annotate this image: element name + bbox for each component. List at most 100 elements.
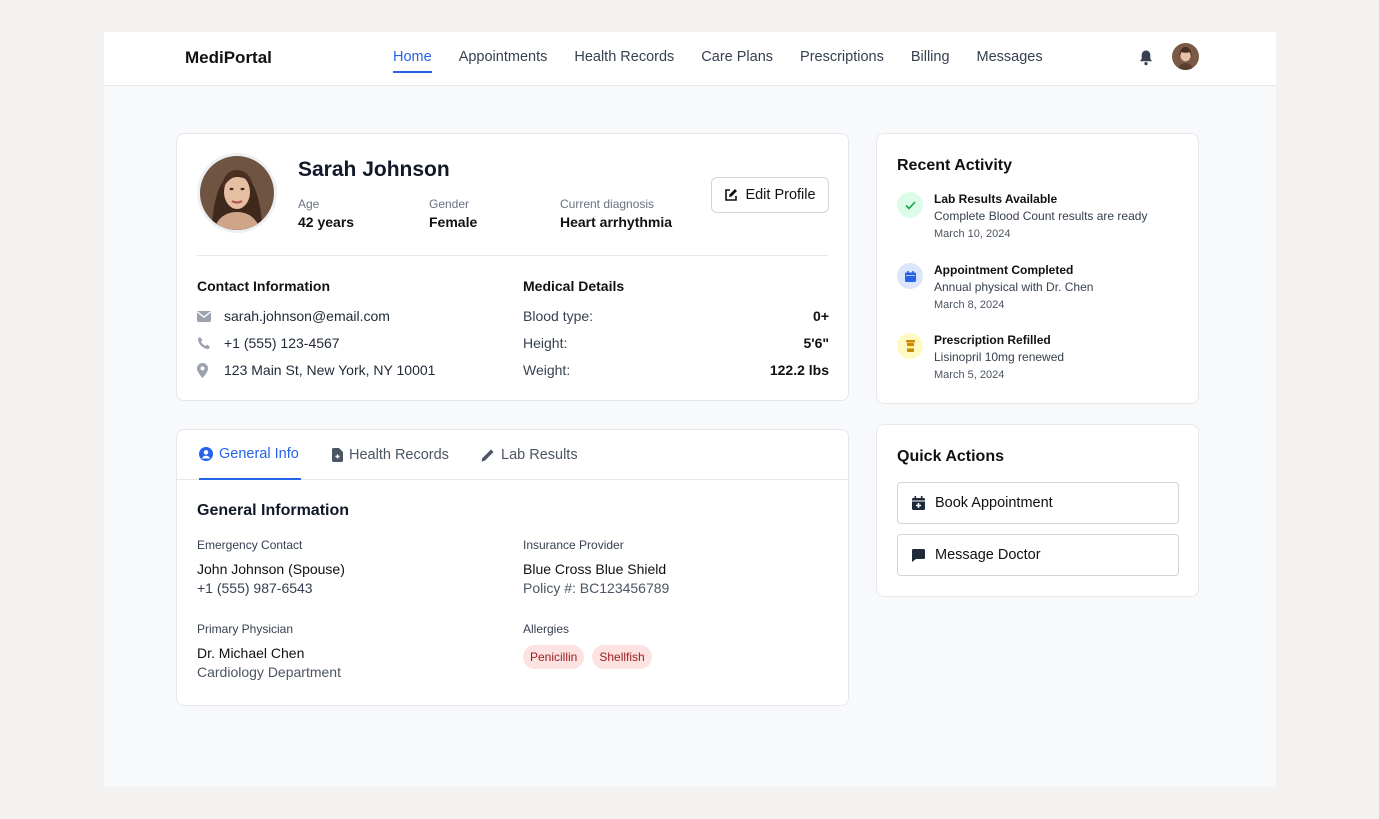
nav-links: Home Appointments Health Records Care Pl… <box>393 32 1070 86</box>
message-icon <box>912 548 925 562</box>
tab-health-records[interactable]: Health Records <box>332 430 449 480</box>
message-doctor-button[interactable]: Message Doctor <box>897 534 1179 576</box>
nav-messages[interactable]: Messages <box>977 32 1043 86</box>
pencil-icon <box>481 449 494 462</box>
activity-title: Appointment Completed <box>934 263 1074 277</box>
allergies-label: Allergies <box>523 622 570 636</box>
book-appointment-button[interactable]: Book Appointment <box>897 482 1179 524</box>
recent-activity-title: Recent Activity <box>897 157 1012 174</box>
med-row-height: Height: 5'6" <box>523 333 829 353</box>
emergency-contact-name: John Johnson (Spouse) <box>197 561 345 577</box>
emergency-contact-field: Emergency Contact John Johnson (Spouse) … <box>197 538 345 596</box>
activity-date: March 5, 2024 <box>934 369 1005 381</box>
general-info-title: General Information <box>197 502 350 519</box>
age-label: Age <box>298 197 320 211</box>
email-value[interactable]: sarah.johnson@email.com <box>224 308 390 324</box>
height-label: Height: <box>523 335 568 351</box>
insurance-label: Insurance Provider <box>523 538 624 552</box>
user-circle-icon <box>199 447 213 461</box>
nav-appointments[interactable]: Appointments <box>459 32 548 86</box>
weight-label: Weight: <box>523 362 571 378</box>
nav-prescriptions[interactable]: Prescriptions <box>800 32 884 86</box>
contact-address: 123 Main St, New York, NY 10001 <box>197 360 435 380</box>
location-pin-icon <box>197 362 224 378</box>
pill-bottle-icon <box>897 333 923 359</box>
allergy-chip: Shellfish <box>592 645 652 669</box>
gender-value: Female <box>429 214 478 230</box>
physician-name: Dr. Michael Chen <box>197 645 305 661</box>
diagnosis-stat: Current diagnosis Heart arrhythmia <box>560 197 672 230</box>
calendar-plus-icon <box>912 496 925 510</box>
book-appointment-label: Book Appointment <box>935 495 1053 511</box>
nav-home[interactable]: Home <box>393 32 432 86</box>
allergy-chip: Penicillin <box>523 645 585 669</box>
top-nav: MediPortal Home Appointments Health Reco… <box>104 32 1276 86</box>
address-value: 123 Main St, New York, NY 10001 <box>224 362 436 378</box>
tab-general-info-label: General Info <box>219 446 299 462</box>
allergies-field: Allergies Penicillin Shellfish <box>523 622 652 669</box>
medical-title: Medical Details <box>523 278 625 294</box>
insurance-policy: Policy #: BC123456789 <box>523 580 670 596</box>
blood-type-value: 0+ <box>813 308 829 324</box>
nav-health-records[interactable]: Health Records <box>574 32 674 86</box>
gender-stat: Gender Female <box>429 197 477 230</box>
blood-type-label: Blood type: <box>523 308 594 324</box>
tab-lab-results-label: Lab Results <box>501 447 578 463</box>
activity-desc: Annual physical with Dr. Chen <box>934 280 1094 294</box>
age-stat: Age 42 years <box>298 197 354 230</box>
contact-title: Contact Information <box>197 278 330 294</box>
profile-avatar <box>197 153 277 233</box>
tab-health-records-label: Health Records <box>349 447 449 463</box>
activity-title: Lab Results Available <box>934 192 1058 206</box>
edit-icon <box>725 189 738 201</box>
contact-phone: +1 (555) 123-4567 <box>197 333 340 353</box>
activity-title: Prescription Refilled <box>934 333 1051 347</box>
height-value: 5'6" <box>803 335 829 351</box>
physician-label: Primary Physician <box>197 622 294 636</box>
message-doctor-label: Message Doctor <box>935 547 1041 563</box>
bell-icon[interactable] <box>1138 49 1154 67</box>
physician-department: Cardiology Department <box>197 664 341 680</box>
recent-activity-card: Recent Activity Lab Results Available Co… <box>876 133 1199 404</box>
page: MediPortal Home Appointments Health Reco… <box>104 32 1276 787</box>
tab-general-info[interactable]: General Info <box>199 430 301 480</box>
activity-date: March 8, 2024 <box>934 299 1005 311</box>
gender-label: Gender <box>429 197 470 211</box>
activity-desc: Lisinopril 10mg renewed <box>934 350 1065 364</box>
contact-email: sarah.johnson@email.com <box>197 306 390 326</box>
emergency-contact-label: Emergency Contact <box>197 538 303 552</box>
tab-bar: General Info Health Records Lab Results <box>177 430 848 480</box>
user-avatar[interactable] <box>1172 43 1199 70</box>
diagnosis-value: Heart arrhythmia <box>560 214 673 230</box>
diagnosis-label: Current diagnosis <box>560 197 655 211</box>
physician-field: Primary Physician Dr. Michael Chen Cardi… <box>197 622 341 680</box>
patient-name: Sarah Johnson <box>298 158 450 181</box>
brand-logo[interactable]: MediPortal <box>185 48 272 68</box>
age-value: 42 years <box>298 214 355 230</box>
nav-care-plans[interactable]: Care Plans <box>701 32 773 86</box>
quick-actions-title: Quick Actions <box>897 448 1004 465</box>
emergency-contact-phone: +1 (555) 987-6543 <box>197 580 313 596</box>
envelope-icon <box>197 310 224 322</box>
activity-date: March 10, 2024 <box>934 228 1011 240</box>
info-tabs-card: General Info Health Records Lab Results … <box>176 429 849 706</box>
file-medical-icon <box>332 448 343 462</box>
phone-icon <box>197 336 224 350</box>
check-icon <box>897 192 923 218</box>
weight-value: 122.2 lbs <box>769 362 829 378</box>
edit-profile-button[interactable]: Edit Profile <box>711 177 829 213</box>
profile-card: Sarah Johnson Age 42 years Gender Female… <box>176 133 849 401</box>
edit-profile-label: Edit Profile <box>745 187 816 203</box>
med-row-weight: Weight: 122.2 lbs <box>523 360 829 380</box>
divider <box>197 255 828 256</box>
nav-billing[interactable]: Billing <box>911 32 950 86</box>
allergy-chips: Penicillin Shellfish <box>523 645 652 669</box>
insurance-field: Insurance Provider Blue Cross Blue Shiel… <box>523 538 669 596</box>
insurance-name: Blue Cross Blue Shield <box>523 561 667 577</box>
calendar-icon <box>897 263 923 289</box>
quick-actions-card: Quick Actions Book Appointment Message D… <box>876 424 1199 597</box>
phone-value[interactable]: +1 (555) 123-4567 <box>224 335 340 351</box>
med-row-blood-type: Blood type: 0+ <box>523 306 829 326</box>
tab-lab-results[interactable]: Lab Results <box>481 430 578 480</box>
activity-desc: Complete Blood Count results are ready <box>934 209 1148 223</box>
